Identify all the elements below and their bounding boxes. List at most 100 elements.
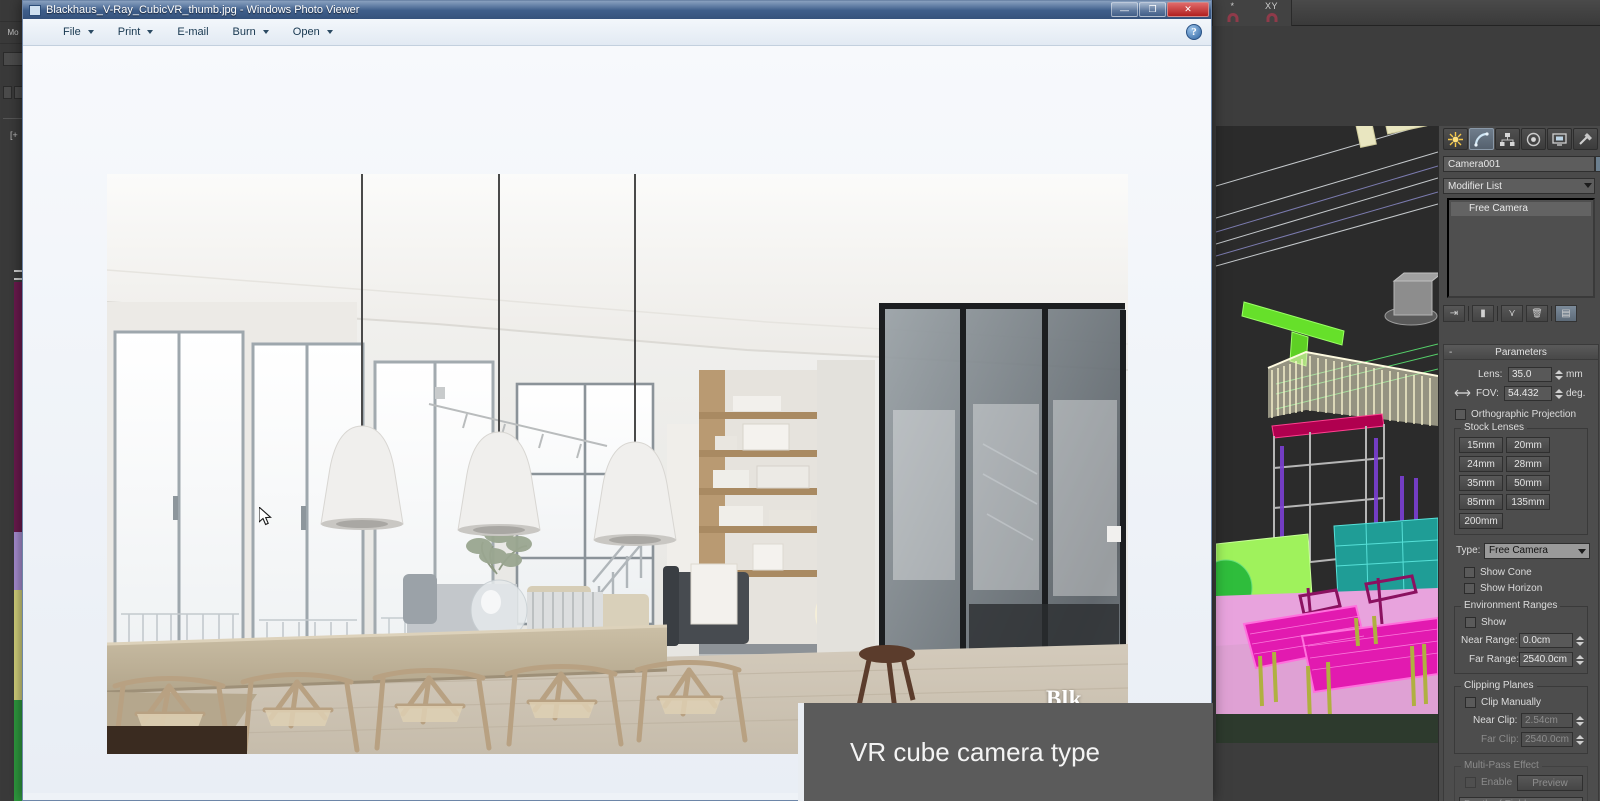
modify-tab[interactable]: [1469, 128, 1494, 150]
show-horizon-checkbox[interactable]: Show Horizon: [1464, 581, 1592, 596]
configure-sets-button[interactable]: ▤: [1555, 304, 1577, 322]
email-button[interactable]: E-mail: [165, 21, 220, 43]
far-range-spinner[interactable]: [1575, 652, 1584, 667]
lens-spinner[interactable]: [1554, 367, 1563, 382]
far-clip-row: Far Clip: 2540.0cm: [1459, 732, 1584, 748]
stock-lens-50mm[interactable]: 50mm: [1506, 475, 1550, 491]
stock-lens-200mm[interactable]: 200mm: [1459, 513, 1503, 529]
file-menu-button[interactable]: File: [51, 21, 106, 43]
collapse-icon: -: [1449, 347, 1453, 358]
stock-lens-135mm[interactable]: 135mm: [1506, 494, 1550, 510]
viewport-wireframe-scene: [1216, 126, 1438, 743]
chevron-down-icon: [262, 30, 269, 34]
window-controls: — ❐ ✕: [1111, 2, 1209, 17]
displayed-image: Blk: [107, 174, 1128, 754]
multipass-enable-label: Enable: [1481, 777, 1513, 788]
far-clip-value[interactable]: 2540.0cm: [1521, 732, 1573, 747]
lens-value[interactable]: 35.0: [1508, 367, 1552, 382]
modifier-stack[interactable]: Free Camera: [1447, 198, 1595, 298]
percent-snap-toggle[interactable]: XY: [1260, 1, 1284, 24]
env-show-label: Show: [1481, 617, 1507, 628]
magnet-icon: [1227, 13, 1238, 22]
open-menu-label: Open: [292, 26, 320, 38]
burn-menu-button[interactable]: Burn: [221, 21, 281, 43]
show-end-result-button[interactable]: ▮: [1472, 304, 1494, 322]
near-range-spinner[interactable]: [1575, 633, 1584, 648]
fov-spinner[interactable]: [1554, 386, 1563, 401]
stock-lens-28mm[interactable]: 28mm: [1506, 456, 1550, 472]
parameters-rollout: - Parameters Lens: 35.0 mm FOV: 54.432 d…: [1443, 344, 1599, 801]
stock-lens-20mm[interactable]: 20mm: [1506, 437, 1550, 453]
angle-snap-label: *: [1230, 1, 1235, 11]
environment-ranges-group: Environment Ranges Show Near Range: 0.0c…: [1454, 600, 1588, 674]
show-cone-label: Show Cone: [1480, 567, 1532, 578]
title-bar[interactable]: Blackhaus_V-Ray_CubicVR_thumb.jpg - Wind…: [23, 1, 1211, 19]
near-clip-value[interactable]: 2.54cm: [1521, 713, 1573, 728]
camera-type-value: Free Camera: [1489, 545, 1548, 556]
far-clip-spinner[interactable]: [1575, 732, 1584, 747]
modifier-list-dropdown[interactable]: Modifier List: [1443, 178, 1595, 194]
show-cone-checkbox[interactable]: Show Cone: [1464, 565, 1592, 580]
make-unique-icon: ⋎: [1508, 307, 1516, 319]
object-color-swatch[interactable]: [1595, 156, 1600, 172]
email-label: E-mail: [177, 26, 209, 38]
close-button[interactable]: ✕: [1167, 2, 1209, 17]
fov-direction-icon[interactable]: [1454, 388, 1472, 400]
clipping-planes-group: Clipping Planes Clip Manually Near Clip:…: [1454, 680, 1588, 754]
stock-lens-24mm[interactable]: 24mm: [1459, 456, 1503, 472]
help-button[interactable]: ?: [1186, 24, 1202, 40]
stock-lens-15mm[interactable]: 15mm: [1459, 437, 1503, 453]
parameters-rollout-header[interactable]: - Parameters: [1444, 345, 1598, 360]
hierarchy-tab[interactable]: [1495, 128, 1520, 150]
percent-snap-label: XY: [1264, 1, 1279, 11]
burn-menu-label: Burn: [232, 26, 256, 38]
print-menu-label: Print: [117, 26, 141, 38]
angle-snap-toggle[interactable]: *: [1221, 1, 1245, 24]
checkbox-box: [1455, 409, 1466, 420]
utilities-tab[interactable]: [1573, 128, 1598, 150]
orthographic-projection-checkbox[interactable]: Orthographic Projection: [1455, 407, 1592, 422]
file-menu-label: File: [63, 26, 81, 38]
clip-manually-checkbox[interactable]: Clip Manually: [1465, 695, 1583, 710]
remove-modifier-button[interactable]: 🗑: [1526, 304, 1548, 322]
stock-lens-85mm[interactable]: 85mm: [1459, 494, 1503, 510]
print-menu-button[interactable]: Print: [106, 21, 166, 43]
fov-value[interactable]: 54.432: [1504, 386, 1552, 401]
modifier-stack-item[interactable]: Free Camera: [1451, 202, 1591, 216]
stock-lens-35mm[interactable]: 35mm: [1459, 475, 1503, 491]
magnet-icon: [1266, 13, 1277, 22]
toolbar-divider: [1551, 305, 1552, 321]
far-range-row: Far Range: 2540.0cm: [1459, 652, 1584, 668]
lens-row: Lens: 35.0 mm: [1450, 367, 1592, 383]
multi-pass-title: Multi-Pass Effect: [1461, 760, 1542, 771]
pin-icon: ⇥: [1449, 307, 1459, 319]
multipass-effect-dropdown[interactable]: Depth of Field: [1459, 797, 1583, 801]
maximize-button[interactable]: ❐: [1139, 2, 1166, 17]
far-range-value[interactable]: 2540.0cm: [1519, 652, 1573, 667]
pin-stack-button[interactable]: ⇥: [1443, 304, 1465, 322]
camera-type-dropdown[interactable]: Free Camera: [1484, 543, 1590, 559]
far-range-label: Far Range:: [1469, 654, 1520, 665]
stock-lenses-group: Stock Lenses 15mm 20mm 24mm 28mm 35mm 50…: [1454, 422, 1588, 535]
modifier-list-label: Modifier List: [1448, 181, 1502, 192]
windows-photo-viewer-window: Blackhaus_V-Ray_CubicVR_thumb.jpg - Wind…: [22, 0, 1212, 801]
env-show-checkbox[interactable]: Show: [1465, 615, 1583, 630]
max-viewport[interactable]: [1216, 126, 1438, 743]
snap-toggle-group[interactable]: * XY: [1212, 0, 1292, 26]
chevron-down-icon: [1578, 549, 1586, 554]
make-unique-button[interactable]: ⋎: [1501, 304, 1523, 322]
far-clip-label: Far Clip:: [1481, 734, 1519, 745]
lens-label: Lens:: [1478, 369, 1503, 380]
multipass-preview-button[interactable]: Preview: [1517, 775, 1583, 791]
open-menu-button[interactable]: Open: [281, 21, 345, 43]
near-range-value[interactable]: 0.0cm: [1519, 633, 1573, 648]
create-tab[interactable]: [1443, 128, 1468, 150]
chevron-down-icon: [326, 30, 333, 34]
near-clip-spinner[interactable]: [1575, 713, 1584, 728]
motion-tab[interactable]: [1521, 128, 1546, 150]
stock-lenses-title: Stock Lenses: [1461, 422, 1528, 433]
photo-canvas: Blk: [23, 46, 1211, 793]
minimize-button[interactable]: —: [1111, 2, 1138, 17]
object-name-field[interactable]: Camera001: [1443, 156, 1595, 172]
display-tab[interactable]: [1547, 128, 1572, 150]
